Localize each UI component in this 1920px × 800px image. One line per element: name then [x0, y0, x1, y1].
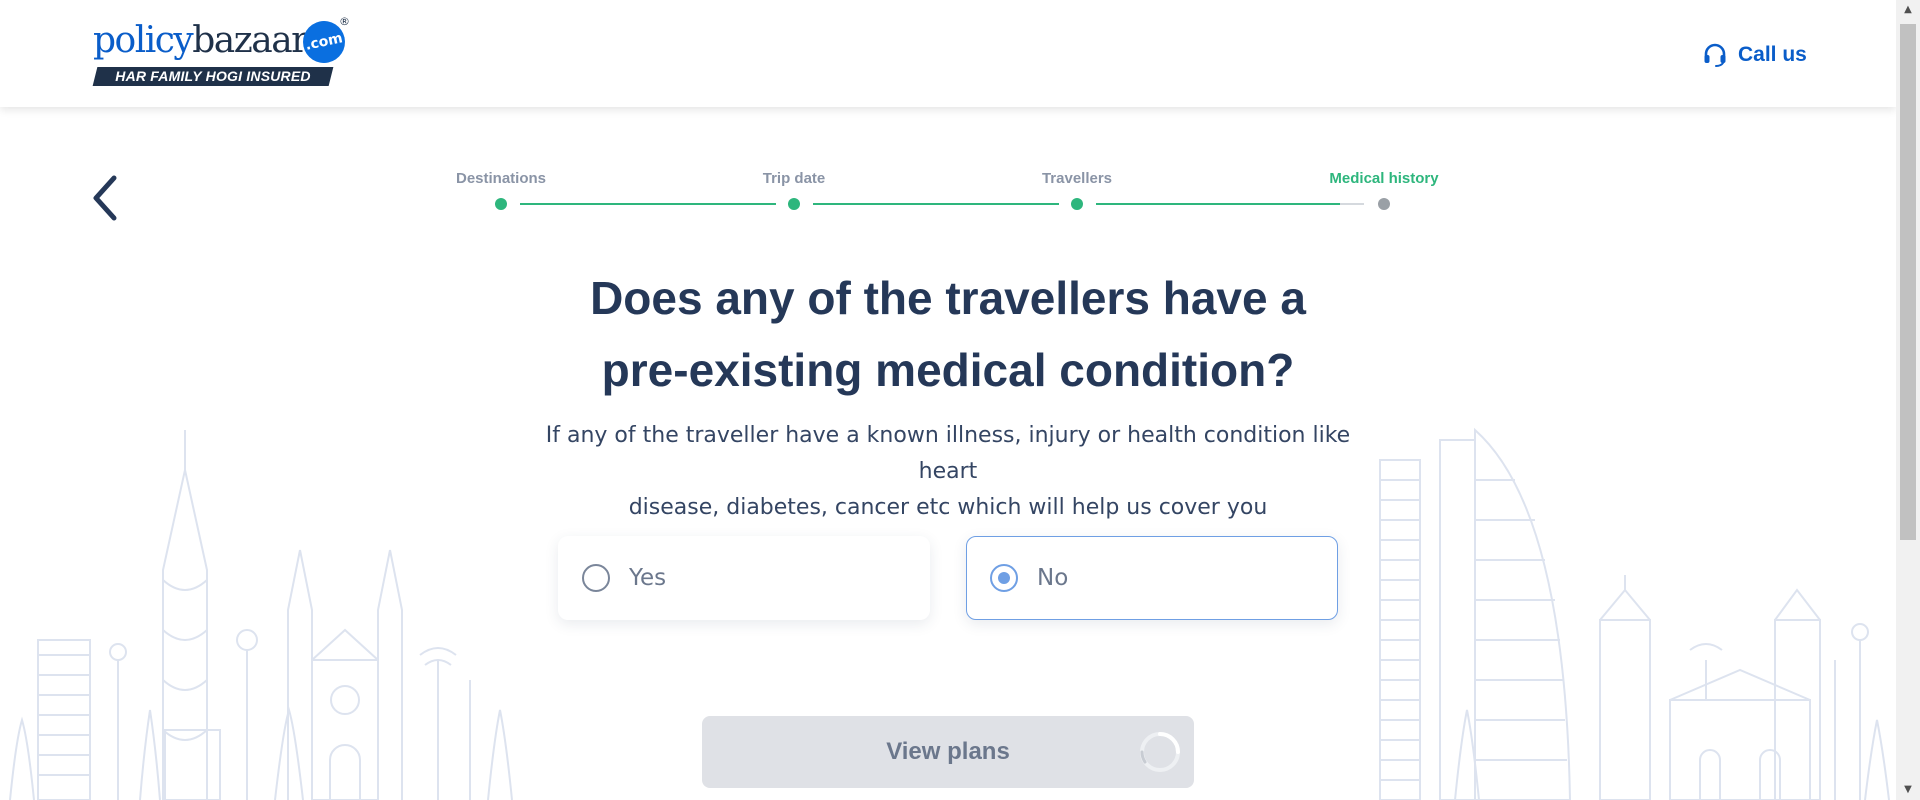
scroll-down-arrow-icon[interactable]: ▼ [1896, 780, 1920, 800]
radio-button-selected[interactable] [990, 564, 1018, 592]
option-yes[interactable]: Yes [558, 536, 930, 620]
step-dot-done [788, 198, 800, 210]
loading-spinner-icon [1140, 732, 1180, 772]
step-dot-done [1071, 198, 1083, 210]
radio-button[interactable] [582, 564, 610, 592]
scroll-up-arrow-icon[interactable]: ▲ [1896, 0, 1920, 20]
step-medical-history: Medical history [1329, 170, 1439, 187]
headset-icon [1704, 43, 1726, 67]
logo-registered-mark: ® [339, 15, 350, 28]
progress-stepper: Destinations Trip date Travellers Medica… [0, 160, 1896, 220]
logo-wordmark: policybazaar [93, 20, 308, 61]
view-plans-button[interactable]: View plans [702, 716, 1194, 788]
question-title: Does any of the travellers have a pre-ex… [590, 272, 1306, 396]
step-connector [1096, 203, 1340, 205]
page-scrollbar[interactable]: ▲ ▼ [1896, 0, 1920, 800]
option-label: Yes [629, 565, 667, 591]
call-us-button[interactable]: Call us [1702, 40, 1807, 70]
step-trip-date[interactable]: Trip date [763, 170, 826, 187]
step-connector [813, 203, 1059, 205]
option-no[interactable]: No [966, 536, 1338, 620]
logo-tagline: HAR FAMILY HOGI INSURED [92, 67, 334, 86]
call-us-label: Call us [1738, 43, 1807, 66]
step-connector-pending [1340, 203, 1364, 205]
option-label: No [1037, 565, 1069, 591]
question-description: If any of the traveller have a known ill… [545, 423, 1351, 520]
site-header: policybazaar .com ® HAR FAMILY HOGI INSU… [0, 0, 1896, 107]
step-destinations[interactable]: Destinations [456, 170, 546, 187]
view-plans-label: View plans [886, 738, 1010, 765]
policybazaar-logo[interactable]: policybazaar .com ® HAR FAMILY HOGI INSU… [92, 15, 353, 89]
step-dot-current [1378, 198, 1390, 210]
scrollbar-thumb[interactable] [1900, 24, 1916, 540]
step-dot-done [495, 198, 507, 210]
step-travellers[interactable]: Travellers [1042, 170, 1112, 187]
step-connector [520, 203, 776, 205]
